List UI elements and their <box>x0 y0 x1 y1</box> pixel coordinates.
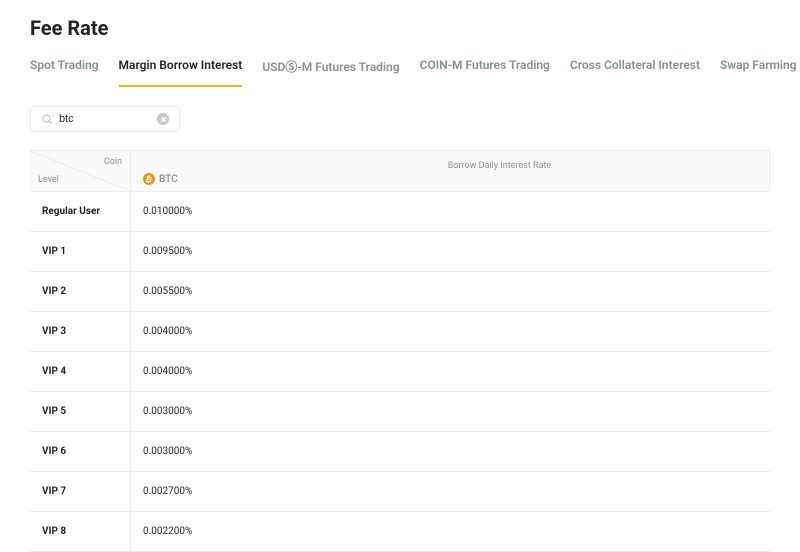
row-rate-value: 0.010000% <box>130 192 770 231</box>
table-row: VIP 50.003000% <box>30 392 770 432</box>
table-row: VIP 20.005500% <box>30 272 770 312</box>
row-rate-value: 0.003000% <box>130 432 770 471</box>
page-title: Fee Rate <box>30 16 770 40</box>
row-rate-value: 0.009500% <box>130 232 770 271</box>
table-row: VIP 30.004000% <box>30 312 770 352</box>
table-header: Coin Level ₿ BTC Borrow Daily Interest R… <box>30 150 770 192</box>
rate-header-label: Borrow Daily Interest Rate <box>448 161 551 171</box>
row-level-label: VIP 2 <box>30 286 130 297</box>
row-rate-value: 0.002200% <box>130 512 770 551</box>
table-row: VIP 10.009500% <box>30 232 770 272</box>
tab-margin-borrow-interest[interactable]: Margin Borrow Interest <box>119 58 243 87</box>
header-level-label: Level <box>38 175 59 185</box>
table-row: VIP 70.002700% <box>30 472 770 512</box>
tab-swap-farming[interactable]: Swap Farming <box>720 58 797 87</box>
row-rate-value: 0.005500% <box>130 272 770 311</box>
row-rate-value: 0.002700% <box>130 472 770 511</box>
row-level-label: VIP 1 <box>30 246 130 257</box>
search-input[interactable] <box>59 113 157 125</box>
tab-coin-m-futures-trading[interactable]: COIN-M Futures Trading <box>420 58 550 87</box>
tab-cross-collateral-interest[interactable]: Cross Collateral Interest <box>570 58 700 87</box>
row-level-label: VIP 3 <box>30 326 130 337</box>
row-level-label: VIP 4 <box>30 366 130 377</box>
row-level-label: VIP 5 <box>30 406 130 417</box>
row-level-label: VIP 7 <box>30 486 130 497</box>
table-row: Regular User0.010000% <box>30 192 770 232</box>
row-level-label: VIP 6 <box>30 446 130 457</box>
table-row: VIP 40.004000% <box>30 352 770 392</box>
coin-symbol-label: BTC <box>159 174 178 185</box>
coin-column-header: ₿ BTC <box>130 151 230 191</box>
header-coin-label: Coin <box>104 157 122 167</box>
close-icon <box>160 116 167 123</box>
table-row: VIP 60.003000% <box>30 432 770 472</box>
row-rate-value: 0.004000% <box>130 312 770 351</box>
row-rate-value: 0.004000% <box>130 352 770 391</box>
search-icon <box>41 113 53 125</box>
table-body: Regular User0.010000%VIP 10.009500%VIP 2… <box>30 192 770 552</box>
table-row: VIP 80.002200% <box>30 512 770 552</box>
diagonal-header-cell: Coin Level <box>30 151 130 191</box>
tab-spot-trading[interactable]: Spot Trading <box>30 58 99 87</box>
search-box[interactable] <box>30 106 180 132</box>
tabs-bar: Spot Trading Margin Borrow Interest USDⓈ-M… <box>30 58 770 88</box>
row-level-label: VIP 8 <box>30 526 130 537</box>
row-level-label: Regular User <box>30 206 130 217</box>
clear-search-button[interactable] <box>157 113 169 125</box>
tab-usd-m-futures-trading[interactable]: USDⓈ-M Futures Trading <box>262 58 399 87</box>
row-rate-value: 0.003000% <box>130 392 770 431</box>
btc-icon: ₿ <box>142 172 156 186</box>
